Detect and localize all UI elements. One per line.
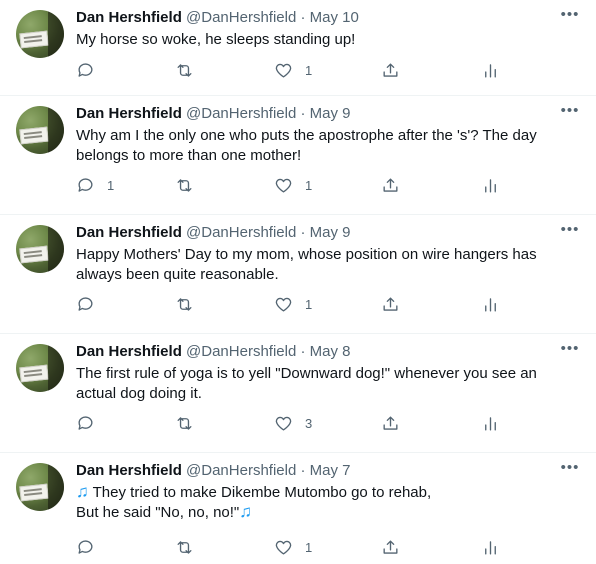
reply-icon [78,296,93,311]
tweet[interactable]: Dan Hershfield @DanHershfield · May 8 ••… [0,334,596,453]
reply-icon [78,415,93,430]
author-name[interactable]: Dan Hershfield [76,224,182,241]
like-icon [275,416,292,431]
reply-button[interactable] [76,293,107,315]
reply-icon [78,177,93,192]
like-count: 1 [305,177,313,193]
author-name[interactable]: Dan Hershfield [76,105,182,122]
analytics-icon [485,63,496,78]
reply-icon [78,539,93,554]
reply-icon [78,62,93,77]
author-name[interactable]: Dan Hershfield [76,343,182,360]
share-button[interactable] [381,59,400,81]
share-icon [383,539,398,554]
like-icon [275,297,292,312]
author-name[interactable]: Dan Hershfield [76,462,182,479]
retweet-button[interactable] [175,412,206,434]
retweet-button[interactable] [175,59,206,81]
author-handle-date[interactable]: @DanHershfield · May 7 [182,462,350,479]
retweet-icon [177,416,192,430]
reply-button[interactable]: 1 [76,174,114,196]
tweet-text-line: They tried to make Dikembe Mutombo go to… [88,484,432,501]
tweet[interactable]: Dan Hershfield @DanHershfield · May 9 ••… [0,215,596,334]
avatar[interactable] [16,10,64,58]
analytics-button[interactable] [481,293,500,315]
more-icon[interactable]: ••• [560,222,580,243]
share-icon [383,296,398,311]
retweet-button[interactable] [175,174,206,196]
avatar[interactable] [16,344,64,392]
share-button[interactable] [381,536,400,558]
like-button[interactable]: 1 [274,59,312,81]
music-note-icon: ♫ [76,482,89,501]
share-button[interactable] [381,412,400,434]
retweet-icon [177,540,192,554]
timeline: Dan Hershfield @DanHershfield · May 10 •… [0,0,596,564]
like-count: 1 [305,62,313,78]
reply-count: 1 [107,177,115,193]
analytics-icon [485,297,496,312]
music-note-icon: ♫ [239,502,252,521]
retweet-icon [177,297,192,311]
share-button[interactable] [381,174,400,196]
reply-button[interactable] [76,536,107,558]
like-count: 3 [305,415,313,431]
reply-button[interactable] [76,412,107,434]
like-icon [275,540,292,555]
avatar[interactable] [16,106,64,154]
retweet-button[interactable] [175,293,206,315]
analytics-button[interactable] [481,536,500,558]
reply-button[interactable] [76,59,107,81]
tweet-text: Happy Mothers' Day to my mom, whose posi… [76,246,537,283]
author-handle-date[interactable]: @DanHershfield · May 9 [182,105,350,122]
analytics-button[interactable] [481,412,500,434]
more-icon[interactable]: ••• [560,460,580,481]
like-icon [275,178,292,193]
like-button[interactable]: 1 [274,536,312,558]
like-count: 1 [305,539,313,555]
author-handle-date[interactable]: @DanHershfield · May 9 [182,224,350,241]
like-button[interactable]: 1 [274,293,312,315]
tweet-text: The first rule of yoga is to yell "Downw… [76,365,537,402]
retweet-icon [177,178,192,192]
analytics-icon [485,540,496,555]
tweet-text: ♫ They tried to make Dikembe Mutombo go … [76,483,580,523]
tweet[interactable]: Dan Hershfield @DanHershfield · May 10 •… [0,0,596,96]
tweet[interactable]: Dan Hershfield @DanHershfield · May 9 ••… [0,96,596,215]
retweet-button[interactable] [175,536,206,558]
avatar[interactable] [16,463,64,511]
analytics-icon [485,416,496,431]
author-name[interactable]: Dan Hershfield [76,9,182,26]
like-count: 1 [305,296,313,312]
more-icon[interactable]: ••• [560,103,580,124]
author-handle-date[interactable]: @DanHershfield · May 10 [182,9,359,26]
analytics-icon [485,178,496,193]
share-icon [383,177,398,192]
share-icon [383,415,398,430]
tweet[interactable]: Dan Hershfield @DanHershfield · May 7 ••… [0,453,596,564]
tweet-text: Why am I the only one who puts the apost… [76,127,537,164]
more-icon[interactable]: ••• [560,341,580,362]
tweet-text-line: But he said "No, no, no!" [76,504,240,521]
more-icon[interactable]: ••• [560,7,580,28]
retweet-icon [177,63,192,77]
avatar[interactable] [16,225,64,273]
share-button[interactable] [381,293,400,315]
share-icon [383,62,398,77]
analytics-button[interactable] [481,174,500,196]
like-button[interactable]: 3 [274,412,312,434]
analytics-button[interactable] [481,59,500,81]
like-button[interactable]: 1 [274,174,312,196]
like-icon [275,63,292,78]
tweet-text: My horse so woke, he sleeps standing up! [76,31,356,48]
author-handle-date[interactable]: @DanHershfield · May 8 [182,343,350,360]
